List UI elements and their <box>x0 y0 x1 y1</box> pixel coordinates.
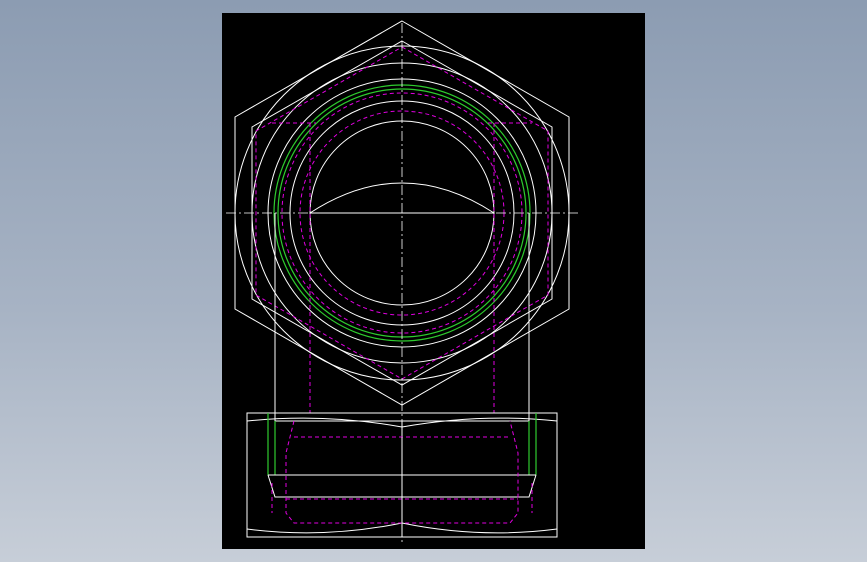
cad-window: { "app": { "view": "cad-drawing-viewport… <box>0 0 867 562</box>
drawing-canvas <box>226 20 578 545</box>
top-arc-right <box>401 417 558 428</box>
top-arc-left <box>246 417 403 428</box>
bottom-arc-right <box>401 522 558 534</box>
drawing-viewport[interactable] <box>222 13 645 549</box>
bottom-arc-left <box>246 522 403 534</box>
